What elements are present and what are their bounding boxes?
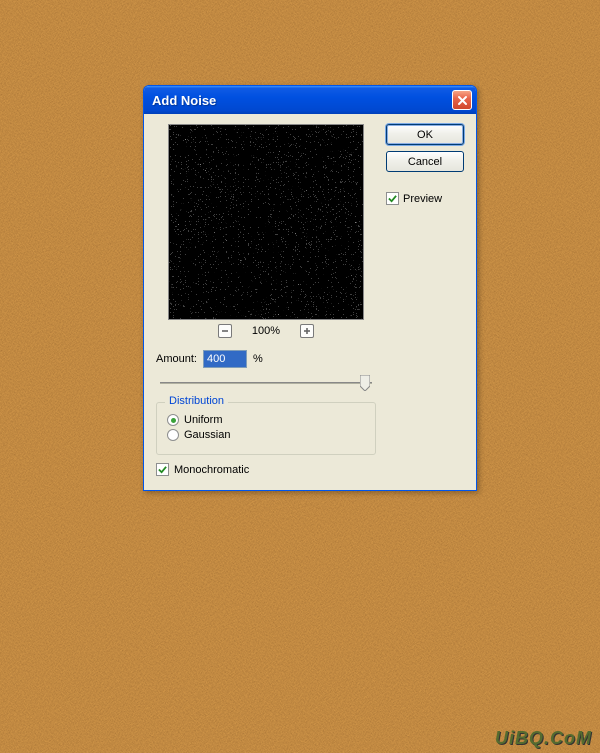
amount-label: Amount: <box>156 353 197 365</box>
preview-toggle[interactable]: Preview <box>386 192 464 205</box>
add-noise-dialog: Add Noise <box>143 85 477 491</box>
monochromatic-option[interactable]: Monochromatic <box>156 463 376 476</box>
dialog-title: Add Noise <box>152 93 452 108</box>
radio-gaussian[interactable] <box>167 429 179 441</box>
gaussian-label: Gaussian <box>184 429 230 441</box>
amount-slider[interactable] <box>156 372 376 394</box>
distribution-group: Distribution Uniform Gaussian <box>156 402 376 455</box>
zoom-level: 100% <box>252 325 280 337</box>
zoom-out-button[interactable] <box>218 324 232 338</box>
monochromatic-label: Monochromatic <box>174 464 249 476</box>
distribution-legend: Distribution <box>165 395 228 407</box>
minus-icon <box>221 327 229 335</box>
close-button[interactable] <box>452 90 472 110</box>
preview-label: Preview <box>403 193 442 205</box>
distribution-gaussian[interactable]: Gaussian <box>167 429 365 441</box>
preview-checkbox[interactable] <box>386 192 399 205</box>
uniform-label: Uniform <box>184 414 223 426</box>
cancel-button[interactable]: Cancel <box>386 151 464 172</box>
close-icon <box>457 95 468 106</box>
dialog-titlebar[interactable]: Add Noise <box>144 86 476 114</box>
noise-preview[interactable] <box>168 124 364 320</box>
amount-input[interactable] <box>203 350 247 368</box>
zoom-in-button[interactable] <box>300 324 314 338</box>
ok-button[interactable]: OK <box>386 124 464 145</box>
distribution-uniform[interactable]: Uniform <box>167 414 365 426</box>
plus-icon <box>303 327 311 335</box>
radio-uniform[interactable] <box>167 414 179 426</box>
amount-unit: % <box>253 353 263 365</box>
slider-thumb[interactable] <box>360 375 370 391</box>
slider-track-line <box>160 382 372 384</box>
watermark-text: UiBQ.CoM <box>495 728 592 749</box>
monochromatic-checkbox[interactable] <box>156 463 169 476</box>
